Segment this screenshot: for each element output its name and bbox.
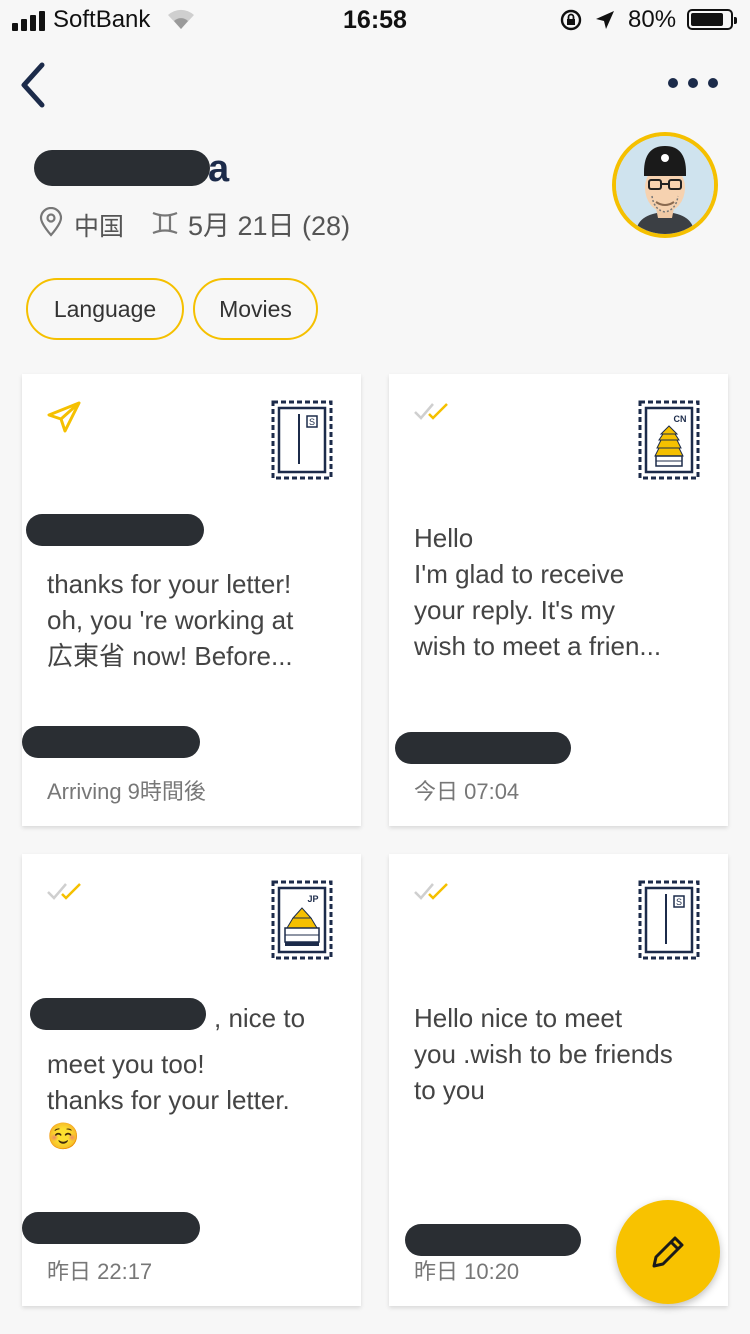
avatar-illustration bbox=[616, 136, 714, 234]
plain-stamp-icon: S bbox=[638, 880, 700, 960]
letter-card[interactable]: JP , nice to meet you too! thanks for yo… bbox=[22, 854, 361, 1306]
location-text: 中国 bbox=[74, 213, 125, 241]
compose-letter-button[interactable] bbox=[616, 1200, 720, 1304]
avatar[interactable] bbox=[612, 132, 718, 238]
interest-tag-language[interactable]: Language bbox=[26, 278, 184, 340]
redacted-greeting bbox=[30, 998, 206, 1030]
status-bar: SoftBank 16:58 80% bbox=[0, 0, 750, 40]
pencil-icon bbox=[652, 1236, 684, 1268]
letter-preview: thanks for your letter! oh, you 're work… bbox=[47, 569, 294, 671]
read-check-icon bbox=[414, 883, 448, 900]
plain-stamp-icon: S bbox=[271, 400, 333, 480]
stamp-label: S bbox=[676, 897, 682, 907]
redacted-sender bbox=[22, 1212, 200, 1244]
interest-tag-movies[interactable]: Movies bbox=[193, 278, 318, 340]
letter-preview-first-line: , nice to bbox=[214, 1003, 306, 1033]
castle-stamp-icon: CN bbox=[638, 400, 700, 480]
gemini-zodiac-icon bbox=[152, 211, 178, 235]
location-pin-icon bbox=[39, 207, 63, 237]
letter-time: 昨日 10:20 bbox=[414, 1259, 520, 1284]
location-services-icon bbox=[596, 11, 614, 29]
rotation-lock-icon bbox=[560, 9, 582, 31]
letter-time: 昨日 22:17 bbox=[47, 1259, 153, 1284]
redacted-sender bbox=[405, 1224, 581, 1256]
letter-preview: Hello nice to meet you .wish to be frien… bbox=[414, 1003, 673, 1105]
redacted-name bbox=[34, 150, 210, 186]
birthday-text: 5月 21日 (28) bbox=[188, 211, 351, 241]
read-check-icon bbox=[414, 403, 448, 420]
redacted-sender bbox=[22, 726, 200, 758]
stamp-label: JP bbox=[307, 894, 318, 904]
letter-card[interactable]: S thanks for your letter! oh, you 're wo… bbox=[22, 374, 361, 826]
letter-time: Arriving 9時間後 bbox=[47, 779, 206, 804]
profile-name-suffix: a bbox=[208, 148, 230, 190]
battery-icon bbox=[687, 9, 737, 30]
letter-preview: meet you too! thanks for your letter. ☺️ bbox=[47, 1049, 290, 1151]
letter-time: 今日 07:04 bbox=[414, 779, 520, 804]
battery-percentage: 80% bbox=[628, 6, 677, 33]
stamp-label: CN bbox=[674, 414, 687, 424]
letter-preview: Hello I'm glad to receive your reply. It… bbox=[414, 523, 662, 661]
read-check-icon bbox=[47, 883, 81, 900]
back-button[interactable] bbox=[14, 60, 54, 110]
sent-paper-plane-icon bbox=[47, 401, 81, 433]
redacted-greeting bbox=[26, 514, 204, 546]
more-options-button[interactable] bbox=[668, 70, 718, 96]
castle-stamp-icon: JP bbox=[271, 880, 333, 960]
letter-card[interactable]: CN Hello I'm glad to receive your reply.… bbox=[389, 374, 728, 826]
redacted-sender bbox=[395, 732, 571, 764]
stamp-label: S bbox=[309, 417, 315, 427]
